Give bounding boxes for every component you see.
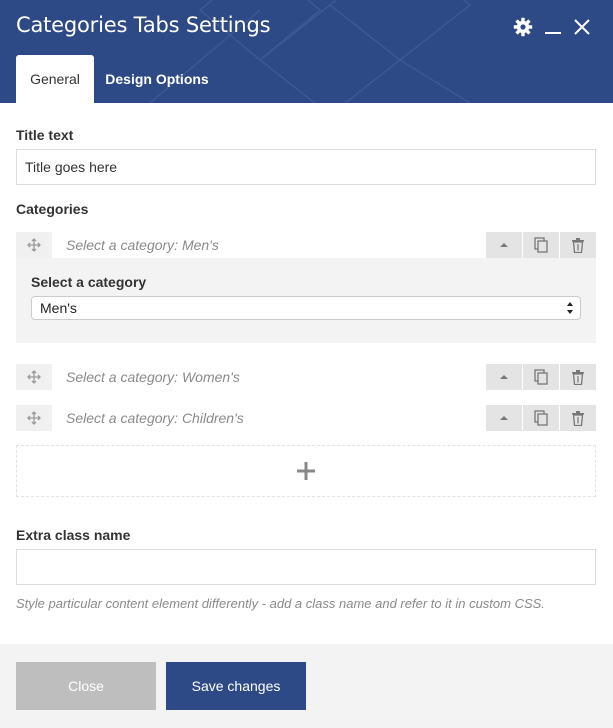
- trash-icon[interactable]: [560, 364, 596, 390]
- select-arrows-icon: [567, 302, 573, 314]
- category-select-value: Men's: [40, 300, 77, 316]
- drag-handle-icon[interactable]: [16, 232, 52, 258]
- minimize-icon[interactable]: [541, 15, 565, 39]
- title-text-label: Title text: [16, 127, 74, 143]
- select-category-label: Select a category: [31, 274, 147, 290]
- tab-general[interactable]: General: [16, 55, 94, 103]
- modal-title: Categories Tabs Settings: [16, 13, 271, 37]
- tab-design-options[interactable]: Design Options: [94, 55, 220, 103]
- drag-handle-icon[interactable]: [16, 405, 52, 431]
- expand-toggle-icon[interactable]: [486, 405, 522, 431]
- category-row: Select a category: Women's: [16, 364, 596, 390]
- trash-icon[interactable]: [560, 232, 596, 258]
- category-header-label[interactable]: Select a category: Men's: [66, 232, 219, 258]
- close-button[interactable]: Close: [16, 662, 156, 710]
- plus-icon: [297, 462, 315, 480]
- clone-icon[interactable]: [523, 364, 559, 390]
- expand-toggle-icon[interactable]: [486, 364, 522, 390]
- category-row: Select a category: Men's: [16, 232, 596, 258]
- collapse-up-icon[interactable]: [486, 232, 522, 258]
- category-header-label[interactable]: Select a category: Children's: [66, 405, 244, 431]
- close-icon[interactable]: [570, 15, 594, 39]
- categories-label: Categories: [16, 201, 89, 217]
- modal-footer: Close Save changes: [0, 644, 613, 728]
- gear-icon[interactable]: [511, 15, 535, 39]
- title-text-input[interactable]: [16, 149, 596, 185]
- extra-class-help-text: Style particular content element differe…: [16, 596, 545, 611]
- trash-icon[interactable]: [560, 405, 596, 431]
- save-changes-button[interactable]: Save changes: [166, 662, 306, 710]
- modal-header: Categories Tabs Settings General Design …: [0, 0, 613, 103]
- category-select[interactable]: Men's: [31, 296, 581, 320]
- extra-class-label: Extra class name: [16, 527, 131, 543]
- category-header-label[interactable]: Select a category: Women's: [66, 364, 240, 390]
- extra-class-input[interactable]: [16, 549, 596, 585]
- clone-icon[interactable]: [523, 405, 559, 431]
- clone-icon[interactable]: [523, 232, 559, 258]
- category-edit-panel: Select a category Men's: [16, 258, 596, 343]
- add-category-button[interactable]: [16, 445, 596, 497]
- drag-handle-icon[interactable]: [16, 364, 52, 390]
- category-row: Select a category: Children's: [16, 405, 596, 431]
